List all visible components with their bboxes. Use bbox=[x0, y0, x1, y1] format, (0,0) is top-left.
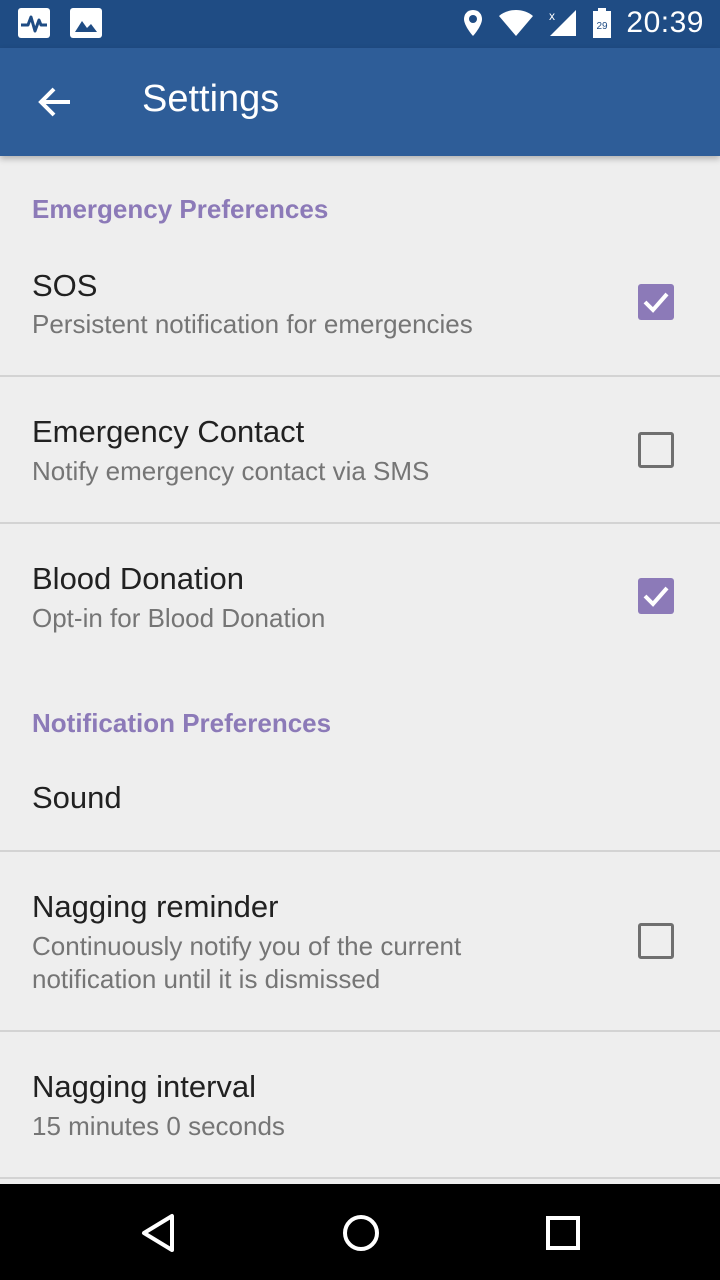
divider bbox=[0, 522, 720, 524]
settings-list[interactable]: Emergency Preferences SOS Persistent not… bbox=[0, 156, 720, 1184]
setting-summary: Opt-in for Blood Donation bbox=[32, 603, 326, 633]
status-time: 20:39 bbox=[626, 6, 704, 39]
battery-icon: 29 bbox=[593, 8, 612, 38]
home-circle-icon[interactable] bbox=[340, 1212, 382, 1254]
setting-title: Blood Donation bbox=[32, 561, 244, 596]
image-icon bbox=[70, 8, 102, 38]
setting-summary: Continuously notify you of the current n… bbox=[32, 931, 462, 994]
arrow-left-icon bbox=[38, 87, 70, 117]
wifi-icon bbox=[499, 10, 534, 36]
status-left-icons bbox=[18, 8, 102, 38]
navigation-bar bbox=[0, 1184, 720, 1280]
divider bbox=[0, 1030, 720, 1032]
check-icon bbox=[643, 292, 669, 313]
divider bbox=[0, 850, 720, 852]
section-header-emergency: Emergency Preferences bbox=[32, 194, 329, 224]
recents-square-icon[interactable] bbox=[542, 1212, 584, 1254]
divider bbox=[0, 1177, 720, 1179]
divider bbox=[0, 375, 720, 377]
setting-summary: Persistent notification for emergencies bbox=[32, 309, 473, 339]
setting-summary: Notify emergency contact via SMS bbox=[32, 456, 430, 486]
check-icon bbox=[643, 586, 669, 607]
pulse-icon bbox=[18, 8, 50, 38]
setting-title: SOS bbox=[32, 268, 98, 303]
emergency-contact-checkbox[interactable] bbox=[638, 432, 674, 468]
page-title: Settings bbox=[142, 78, 280, 120]
setting-title: Emergency Contact bbox=[32, 414, 305, 449]
svg-text:x: x bbox=[549, 9, 555, 23]
sos-checkbox[interactable] bbox=[638, 284, 674, 320]
section-header-notification: Notification Preferences bbox=[32, 708, 332, 738]
signal-icon: x bbox=[549, 9, 577, 36]
status-right-icons: x 29 20:39 bbox=[462, 6, 704, 40]
app-bar: Settings bbox=[0, 48, 720, 156]
setting-title: Sound bbox=[32, 780, 122, 815]
status-bar: x 29 20:39 bbox=[0, 0, 720, 48]
setting-title: Nagging reminder bbox=[32, 889, 279, 924]
setting-title: Nagging interval bbox=[32, 1069, 257, 1104]
back-triangle-icon[interactable] bbox=[138, 1212, 180, 1254]
setting-summary: 15 minutes 0 seconds bbox=[32, 1111, 285, 1141]
nagging-reminder-checkbox[interactable] bbox=[638, 923, 674, 959]
back-button[interactable] bbox=[36, 84, 76, 120]
svg-text:29: 29 bbox=[597, 21, 609, 32]
blood-donation-checkbox[interactable] bbox=[638, 578, 674, 614]
location-icon bbox=[464, 10, 483, 36]
